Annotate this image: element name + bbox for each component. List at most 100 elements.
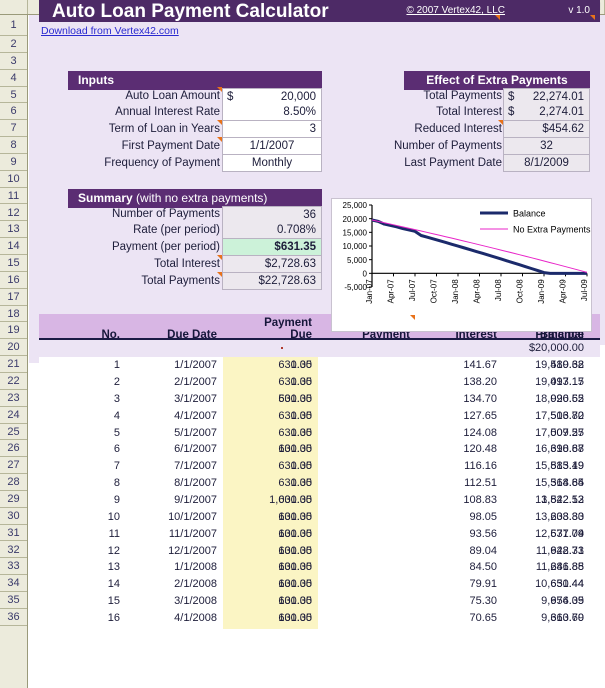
- row-header-35[interactable]: 35: [0, 593, 27, 609]
- effect-value-cell-2[interactable]: $454.62: [503, 121, 590, 138]
- input-field-4[interactable]: Monthly: [222, 155, 322, 172]
- row-header-16[interactable]: 16: [0, 273, 27, 289]
- summary-value-cell-0[interactable]: 36: [222, 206, 322, 223]
- comment-marker-icon[interactable]: [217, 120, 222, 125]
- input-field-1[interactable]: 8.50%: [222, 104, 322, 121]
- table-cell-balance: 9,313.69: [503, 610, 590, 627]
- summary-value-2: $631.35: [274, 239, 316, 255]
- effect-value-1: 2,274.01: [539, 104, 584, 120]
- row-header-21[interactable]: 21: [0, 357, 27, 373]
- table-cell-no: 14: [68, 576, 126, 593]
- row-header-18[interactable]: 18: [0, 307, 27, 323]
- row-header-19[interactable]: 19: [0, 323, 27, 339]
- table-cell-due_date: 9/1/2007: [126, 492, 223, 509]
- row-header-12[interactable]: 12: [0, 206, 27, 222]
- input-field-2[interactable]: 3: [222, 121, 322, 138]
- row-header-34[interactable]: 34: [0, 576, 27, 592]
- currency-symbol: $: [508, 104, 514, 120]
- row-header-15[interactable]: 15: [0, 256, 27, 272]
- effect-value-cell-3[interactable]: 32: [503, 138, 590, 155]
- row-header-2[interactable]: 2: [0, 37, 27, 53]
- row-header-29[interactable]: 29: [0, 492, 27, 508]
- row-header-28[interactable]: 28: [0, 475, 27, 491]
- row-header-32[interactable]: 32: [0, 543, 27, 559]
- effect-value-cell-0[interactable]: $22,274.01: [503, 88, 590, 105]
- chart-y-tick-label: 15,000: [343, 229, 368, 238]
- row-header-3[interactable]: 3: [0, 54, 27, 70]
- effect-label-0: Total Payments: [370, 88, 502, 105]
- row-header-33[interactable]: 33: [0, 559, 27, 575]
- summary-value-4: $22,728.63: [258, 273, 316, 289]
- table-cell-balance: 19,017.17: [503, 374, 590, 391]
- table-cell-additional: 100.00: [223, 509, 318, 526]
- copyright-label: © 2007 Vertex42, LLC: [355, 5, 505, 16]
- row-header-24[interactable]: 24: [0, 408, 27, 424]
- comment-marker-icon[interactable]: [410, 315, 415, 320]
- page-title: Auto Loan Payment Calculator: [52, 1, 329, 23]
- spreadsheet-window: ABCDEFGH 1234567891011121314151617181920…: [0, 0, 605, 688]
- table-cell-balance: 12,571.04: [503, 526, 590, 543]
- select-all-corner[interactable]: [0, 0, 28, 14]
- table-cell-interest: 127.65: [416, 408, 503, 425]
- comment-marker-icon[interactable]: [217, 272, 222, 277]
- comment-marker-icon[interactable]: [495, 15, 500, 20]
- currency-symbol: $: [508, 89, 514, 105]
- row-header-13[interactable]: 13: [0, 222, 27, 238]
- comment-marker-icon[interactable]: [217, 137, 222, 142]
- effect-value-cell-1[interactable]: $2,274.01: [503, 104, 590, 121]
- summary-label-1: Rate (per period): [68, 222, 220, 239]
- row-header-8[interactable]: 8: [0, 138, 27, 154]
- comment-marker-icon[interactable]: [590, 15, 595, 20]
- download-link[interactable]: Download from Vertex42.com: [41, 24, 179, 39]
- inputs-section-title: Inputs: [78, 73, 114, 87]
- chart-legend-label-0: Balance: [513, 209, 546, 219]
- table-cell-due_date: 8/1/2007: [126, 475, 223, 492]
- row-header-4[interactable]: 4: [0, 71, 27, 87]
- comment-marker-icon[interactable]: [498, 120, 503, 125]
- summary-value-cell-3[interactable]: $2,728.63: [222, 256, 322, 273]
- table-cell-no: 6: [68, 441, 126, 458]
- row-header-36[interactable]: 36: [0, 610, 27, 626]
- row-header-11[interactable]: 11: [0, 189, 27, 205]
- row-header-23[interactable]: 23: [0, 391, 27, 407]
- row-header-1[interactable]: 1: [0, 15, 27, 36]
- summary-value-cell-2[interactable]: $631.35: [222, 239, 322, 256]
- summary-value-cell-4[interactable]: $22,728.63: [222, 273, 322, 290]
- row-header-20[interactable]: 20: [0, 340, 27, 356]
- row-header-31[interactable]: 31: [0, 526, 27, 542]
- chart-x-tick-label: Jul-09: [580, 279, 589, 301]
- comment-marker-icon[interactable]: [217, 255, 222, 260]
- row-header-17[interactable]: 17: [0, 290, 27, 306]
- input-field-0[interactable]: $20,000: [222, 88, 322, 105]
- row-header-27[interactable]: 27: [0, 458, 27, 474]
- table-cell-no: 7: [68, 458, 126, 475]
- row-header-5[interactable]: 5: [0, 88, 27, 104]
- table-cell-balance: 19,510.32: [503, 357, 590, 374]
- row-header-9[interactable]: 9: [0, 155, 27, 171]
- row-header-30[interactable]: 30: [0, 509, 27, 525]
- table-cell-balance: 11,928.73: [503, 543, 590, 560]
- table-cell-additional: 100.00: [223, 543, 318, 560]
- row-header-10[interactable]: 10: [0, 172, 27, 188]
- table-cell-no: 13: [68, 559, 126, 576]
- table-cell-additional: 100.00: [223, 610, 318, 627]
- balance-chart[interactable]: -5,00005,00010,00015,00020,00025,000Jan-…: [331, 198, 592, 332]
- table-cell-no: 5: [68, 425, 126, 442]
- table-cell-balance: 13,842.13: [503, 492, 590, 509]
- row-header-6[interactable]: 6: [0, 104, 27, 120]
- comment-marker-icon[interactable]: [217, 87, 222, 92]
- row-header-25[interactable]: 25: [0, 425, 27, 441]
- table-cell-balance: 17,009.55: [503, 425, 590, 442]
- row-header-14[interactable]: 14: [0, 239, 27, 255]
- input-field-3[interactable]: 1/1/2007: [222, 138, 322, 155]
- chart-y-tick-label: 5,000: [347, 256, 368, 265]
- summary-value-cell-1[interactable]: 0.708%: [222, 222, 322, 239]
- table-cell-interest: 116.16: [416, 458, 503, 475]
- table-cell-balance: 10,630.44: [503, 576, 590, 593]
- effect-value-cell-4[interactable]: 8/1/2009: [503, 155, 590, 172]
- row-header-26[interactable]: 26: [0, 441, 27, 457]
- row-header-7[interactable]: 7: [0, 121, 27, 137]
- table-cell-due_date: 7/1/2007: [126, 458, 223, 475]
- table-cell-balance: 9,974.39: [503, 593, 590, 610]
- row-header-22[interactable]: 22: [0, 374, 27, 390]
